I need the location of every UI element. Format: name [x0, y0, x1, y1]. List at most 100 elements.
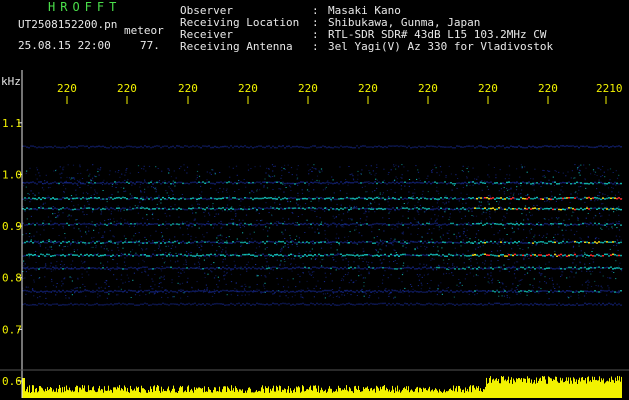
noise-pixel [538, 265, 540, 267]
noise-pixel [364, 212, 366, 214]
band-pixel [412, 240, 414, 243]
noise-pixel [214, 216, 216, 217]
noise-pixel [218, 246, 220, 247]
band-pixel [198, 241, 200, 244]
noise-pixel [322, 189, 324, 191]
noise-pixel [420, 282, 422, 284]
noise-pixel [475, 237, 477, 238]
noise-pixel [256, 288, 258, 290]
band-pixel [500, 182, 502, 185]
band-pixel [392, 254, 394, 256]
band-pixel [192, 223, 194, 225]
noise-pixel [371, 231, 373, 233]
band-pixel [204, 254, 206, 257]
band-pixel [266, 145, 268, 148]
noise-pixel [73, 251, 75, 253]
band-pixel [102, 223, 104, 226]
noise-pixel [603, 209, 605, 211]
noise-pixel [223, 275, 225, 277]
noise-pixel [138, 244, 140, 246]
noise-pixel [52, 269, 54, 271]
noise-pixel [165, 190, 167, 192]
noise-pixel [338, 237, 340, 239]
band-pixel [106, 224, 108, 226]
noise-pixel [466, 273, 468, 275]
band-pixel [134, 254, 136, 256]
band-pixel [544, 222, 546, 225]
band-pixel [474, 146, 476, 149]
noise-pixel [225, 247, 227, 249]
noise-pixel [503, 243, 505, 245]
noise-pixel [148, 165, 151, 167]
noise-pixel [290, 258, 292, 260]
band-pixel [414, 268, 416, 270]
noise-pixel [461, 170, 463, 171]
noise-pixel [398, 254, 400, 256]
noise-pixel [349, 205, 351, 207]
noise-pixel [241, 294, 243, 296]
band-pixel [332, 197, 334, 199]
band-pixel [524, 182, 526, 184]
band-pixel [410, 222, 412, 225]
band-pixel [252, 147, 254, 149]
noise-pixel [510, 187, 512, 189]
band-pixel [36, 267, 38, 270]
band-pixel [206, 207, 208, 209]
noise-pixel [400, 188, 402, 190]
band-pixel [114, 224, 116, 226]
band-pixel [618, 145, 620, 147]
band-pixel [224, 267, 226, 270]
band-pixel [380, 254, 382, 256]
band-pixel [272, 197, 274, 200]
noise-pixel [504, 227, 506, 229]
noise-pixel [487, 281, 489, 283]
noise-pixel [534, 257, 536, 259]
band-pixel [48, 183, 50, 185]
noise-pixel [392, 244, 394, 246]
band-pixel [152, 242, 154, 244]
band-pixel [102, 254, 104, 257]
noise-pixel [419, 263, 421, 265]
band-pixel [402, 182, 404, 184]
noise-pixel [311, 206, 313, 208]
band-pixel [150, 208, 152, 211]
band-pixel [338, 242, 340, 244]
band-pixel [332, 253, 334, 256]
band-pixel [368, 146, 370, 148]
noise-pixel [570, 295, 572, 297]
noise-pixel [597, 195, 599, 196]
noise-pixel [324, 293, 327, 295]
noise-pixel [37, 240, 40, 242]
noise-pixel [466, 237, 468, 238]
noise-pixel [151, 180, 153, 182]
noise-pixel [234, 288, 236, 290]
band-pixel [320, 146, 322, 148]
noise-pixel [265, 258, 267, 259]
band-pixel [96, 182, 98, 184]
band-pixel [354, 267, 356, 269]
band-pixel [462, 267, 464, 270]
band-pixel [394, 182, 396, 185]
noise-pixel [97, 168, 99, 170]
noise-pixel [477, 222, 480, 223]
noise-pixel [595, 198, 597, 200]
noise-pixel [215, 275, 217, 277]
band-pixel [300, 242, 302, 244]
band-pixel [514, 208, 516, 210]
noise-pixel [120, 288, 122, 290]
noise-pixel [179, 283, 181, 285]
band-pixel [96, 240, 98, 243]
band-pixel [590, 197, 592, 200]
band-pixel [140, 145, 142, 148]
noise-pixel [417, 234, 419, 235]
noise-pixel [194, 218, 196, 220]
noise-pixel [165, 245, 167, 247]
noise-pixel [331, 289, 334, 290]
noise-pixel [341, 256, 343, 258]
noise-pixel [203, 289, 206, 291]
band-pixel [416, 146, 418, 149]
noise-pixel [216, 250, 218, 252]
noise-pixel [607, 195, 609, 197]
band-pixel [324, 207, 326, 209]
noise-pixel [538, 292, 540, 294]
